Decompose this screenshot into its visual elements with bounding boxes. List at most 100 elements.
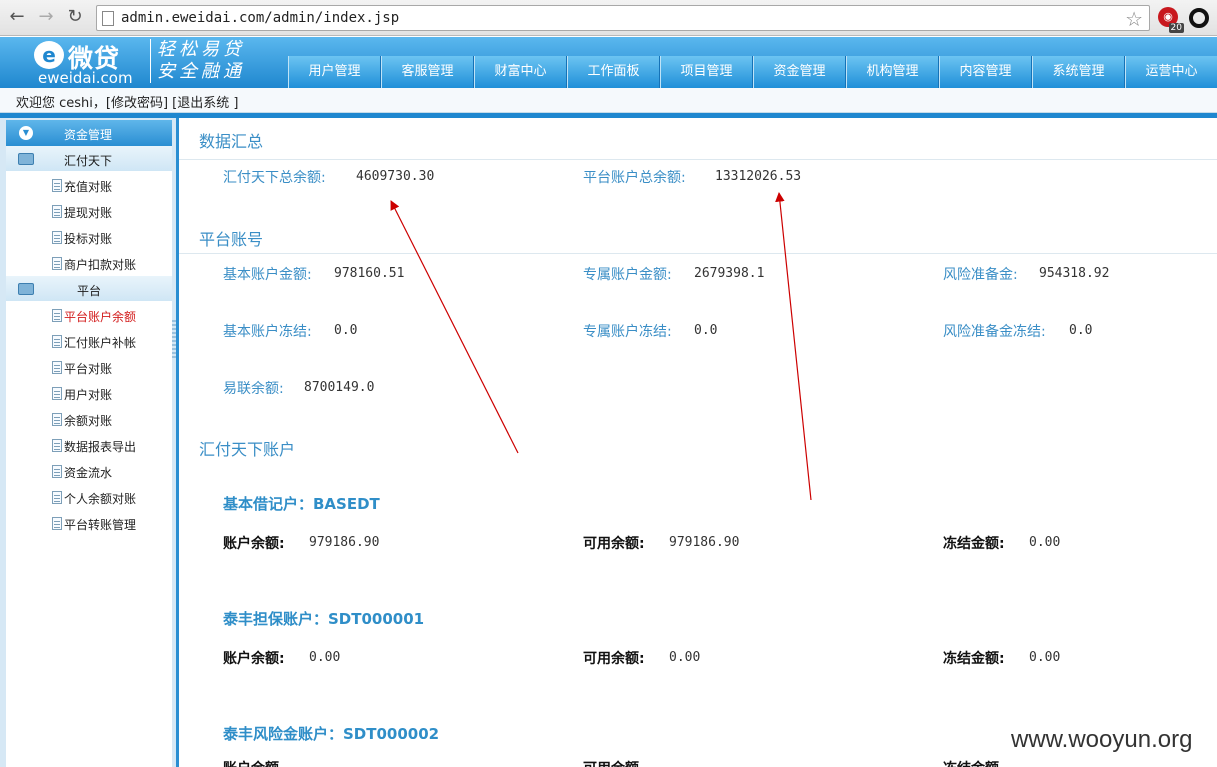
frozen-value: 0.00 <box>1029 650 1061 665</box>
sidebar-item-label: 汇付账户补帐 <box>64 336 137 350</box>
dedicated-amount-label: 专属账户金额: <box>583 267 672 283</box>
menu-user[interactable]: 用户管理 <box>288 56 381 88</box>
risk-reserve-label: 风险准备金: <box>943 267 1018 283</box>
frozen-label: 冻结金额: <box>943 536 1005 552</box>
sidebar-group-chinapnr[interactable]: 汇付天下 <box>6 146 172 172</box>
sidebar-item-label: 余额对账 <box>64 414 113 428</box>
sidebar-group-platform[interactable]: 平台 <box>6 276 172 302</box>
chinapnr-total-label: 汇付天下总余额: <box>223 170 326 186</box>
platform-title: 平台账号 <box>199 230 264 249</box>
collapse-icon[interactable]: ▼ <box>19 126 33 140</box>
dedicated-frozen-label: 专属账户冻结: <box>583 324 672 340</box>
sidebar-item-label: 个人余额对账 <box>64 492 137 506</box>
slogan-line-1: 轻松易贷 <box>157 39 245 60</box>
sidebar-item[interactable]: 平台转账管理 <box>6 510 172 536</box>
chinapnr-title: 汇付天下账户 <box>199 440 296 459</box>
sidebar-item-label: 用户对账 <box>64 388 113 402</box>
sidebar-item-label: 提现对账 <box>64 206 113 220</box>
yilian-value: 8700149.0 <box>304 380 375 395</box>
sidebar-panel: ▼ 资金管理 汇付天下 充值对账 提现对账 投标对账 商户扣款对账 平台 平台账… <box>6 120 172 767</box>
slogan: 轻松易贷 安全融通 <box>150 39 250 83</box>
menu-system[interactable]: 系统管理 <box>1032 56 1125 88</box>
dedicated-amount-value: 2679398.1 <box>694 266 765 281</box>
bookmark-star-icon[interactable]: ☆ <box>1125 7 1143 31</box>
document-icon <box>52 179 62 192</box>
logo[interactable]: e 微贷 eweidai.com <box>34 39 144 87</box>
basic-frozen-label: 基本账户冻结: <box>223 324 312 340</box>
menu-organization[interactable]: 机构管理 <box>846 56 939 88</box>
forward-icon[interactable]: → <box>35 6 57 28</box>
menu-project[interactable]: 项目管理 <box>660 56 753 88</box>
document-icon <box>52 465 62 478</box>
sidebar-item[interactable]: 汇付账户补帐 <box>6 328 172 354</box>
page-icon <box>102 11 114 26</box>
sidebar-item-label: 充值对账 <box>64 180 113 194</box>
sidebar-header[interactable]: ▼ 资金管理 <box>6 120 172 146</box>
menu-workbench[interactable]: 工作面板 <box>567 56 660 88</box>
sidebar-item[interactable]: 商户扣款对账 <box>6 250 172 276</box>
back-icon[interactable]: ← <box>6 6 28 28</box>
account-title: 泰丰担保账户：SDT000001 <box>223 610 425 628</box>
main-content: 数据汇总 汇付天下总余额: 4609730.30 平台账户总余额: 133120… <box>179 118 1217 767</box>
document-icon <box>52 491 62 504</box>
platform-total-label: 平台账户总余额: <box>583 170 686 186</box>
sidebar-item[interactable]: 资金流水 <box>6 458 172 484</box>
sidebar-item-active[interactable]: 平台账户余额 <box>6 302 172 328</box>
document-icon <box>52 413 62 426</box>
basic-frozen-value: 0.0 <box>334 323 358 338</box>
yilian-label: 易联余额: <box>223 381 284 397</box>
menu-wealth[interactable]: 财富中心 <box>474 56 567 88</box>
extension-icon[interactable]: ◉ 20 <box>1158 7 1184 33</box>
menu-content[interactable]: 内容管理 <box>939 56 1032 88</box>
slogan-line-2: 安全融通 <box>157 61 245 82</box>
platform-total-value: 13312026.53 <box>715 169 802 184</box>
document-icon <box>52 205 62 218</box>
sidebar-item[interactable]: 余额对账 <box>6 406 172 432</box>
available-label: 可用余额 <box>583 758 639 767</box>
document-icon <box>52 257 62 270</box>
chinapnr-total-value: 4609730.30 <box>356 169 435 184</box>
sidebar-item-label: 平台账户余额 <box>64 310 137 324</box>
document-icon <box>52 387 62 400</box>
browser-toolbar: ← → ↻ admin.eweidai.com/admin/index.jsp … <box>0 0 1217 36</box>
divider <box>179 159 1217 160</box>
sidebar-item[interactable]: 数据报表导出 <box>6 432 172 458</box>
sidebar-header-label: 资金管理 <box>64 128 113 142</box>
sidebar-item[interactable]: 投标对账 <box>6 224 172 250</box>
available-value: 0.00 <box>669 650 701 665</box>
sidebar-item-label: 投标对账 <box>64 232 113 246</box>
document-icon <box>52 309 62 322</box>
balance-value: 0.00 <box>309 650 341 665</box>
basic-amount-value: 978160.51 <box>334 266 405 281</box>
menu-customer-service[interactable]: 客服管理 <box>381 56 474 88</box>
logo-mark-icon: e <box>34 41 64 69</box>
sidebar-item[interactable]: 平台对账 <box>6 354 172 380</box>
sidebar-item[interactable]: 提现对账 <box>6 198 172 224</box>
frozen-label: 冻结金额 <box>943 758 999 767</box>
available-label: 可用余额: <box>583 536 645 552</box>
welcome-text[interactable]: 欢迎您 ceshi，[修改密码] [退出系统 ] <box>16 92 238 111</box>
document-icon <box>52 335 62 348</box>
welcome-bar: 欢迎您 ceshi，[修改密码] [退出系统 ] <box>0 88 1217 113</box>
document-icon <box>52 361 62 374</box>
frozen-value: 0.00 <box>1029 535 1061 550</box>
sidebar-item-label: 资金流水 <box>64 466 113 480</box>
balance-label: 账户余额: <box>223 536 285 552</box>
basic-amount-label: 基本账户金额: <box>223 267 312 283</box>
document-icon <box>52 517 62 530</box>
address-bar[interactable]: admin.eweidai.com/admin/index.jsp ☆ <box>96 5 1150 31</box>
sidebar-item-label: 数据报表导出 <box>64 440 137 454</box>
sidebar-item[interactable]: 用户对账 <box>6 380 172 406</box>
available-value: 979186.90 <box>669 535 740 550</box>
menu-operations[interactable]: 运营中心 <box>1125 56 1217 88</box>
extension-ring-icon[interactable] <box>1189 8 1209 28</box>
reload-icon[interactable]: ↻ <box>64 6 86 28</box>
group-label: 汇付天下 <box>64 154 113 168</box>
document-icon <box>52 439 62 452</box>
available-label: 可用余额: <box>583 651 645 667</box>
menu-funds[interactable]: 资金管理 <box>753 56 846 88</box>
sidebar-item[interactable]: 充值对账 <box>6 172 172 198</box>
url-text[interactable]: admin.eweidai.com/admin/index.jsp <box>121 10 399 26</box>
watermark: www.wooyun.org <box>1011 726 1193 753</box>
sidebar-item[interactable]: 个人余额对账 <box>6 484 172 510</box>
